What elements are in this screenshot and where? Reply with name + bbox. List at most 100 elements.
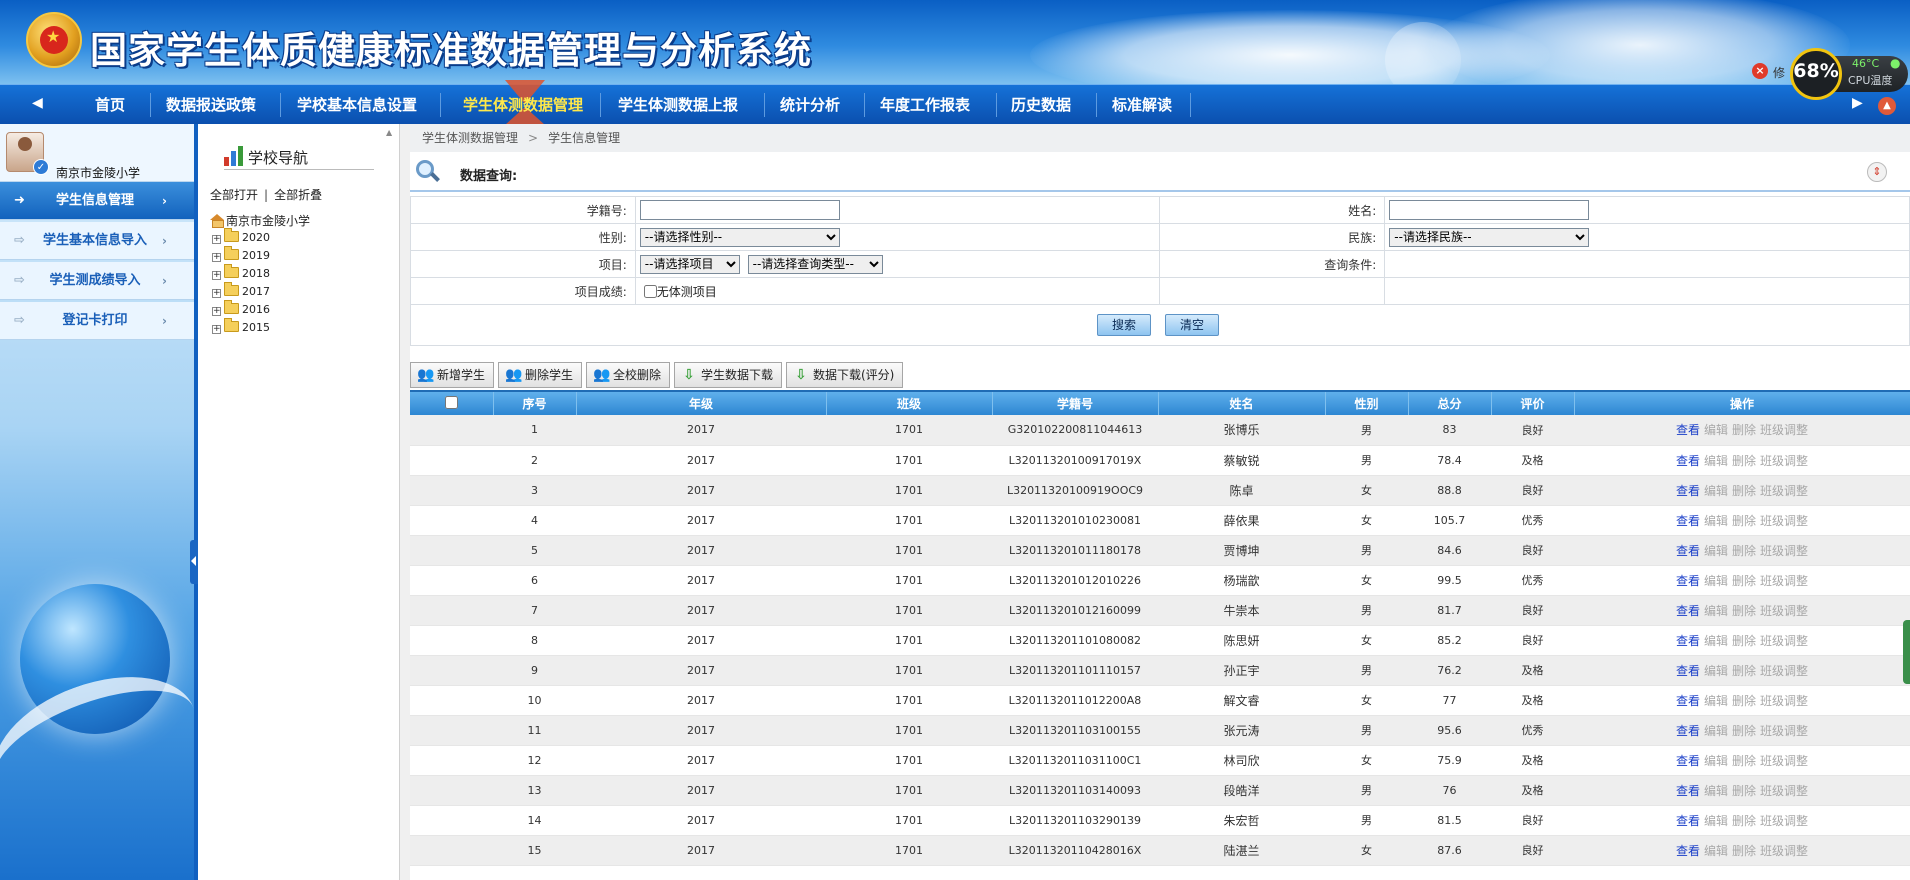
table-row[interactable]: 5 2017 1701 L320113201011180178 贾博坤男 84.6 良好 查看… — [410, 535, 1910, 566]
tree-node-2018[interactable]: +2018 — [212, 264, 270, 282]
tree-scrollbar[interactable] — [400, 124, 410, 880]
table-row[interactable]: 2 2017 1701 L32011320100917019X 蔡敏锐男 78.4 及格 查看… — [410, 445, 1910, 476]
tree-node-2017[interactable]: +2017 — [212, 282, 270, 300]
expand-icon[interactable]: + — [212, 289, 221, 298]
table-row[interactable]: 1 2017 1701 G320102200811044613 张博乐男 83 良好 查看 编辑… — [410, 415, 1910, 446]
folder-icon — [224, 246, 239, 260]
view-link[interactable]: 查看 — [1676, 484, 1700, 498]
side-widget-handle[interactable] — [1903, 620, 1910, 684]
scroll-up-icon[interactable]: ▲ — [386, 128, 396, 138]
download-student-data-button[interactable]: ⇩ 学生数据下载 — [674, 362, 783, 388]
expand-all-link[interactable]: 全部打开 — [210, 188, 258, 202]
student-id: L320113201103290139 — [992, 805, 1158, 836]
breadcrumb-level1[interactable]: 学生体测数据管理 — [422, 131, 518, 145]
item-select[interactable]: --请选择项目 — [639, 254, 740, 274]
gender: 男 — [1325, 715, 1408, 746]
view-link[interactable]: 查看 — [1676, 423, 1700, 437]
nav-school-settings[interactable]: 学校基本信息设置 — [288, 85, 426, 125]
view-link[interactable]: 查看 — [1676, 754, 1700, 768]
student-name: 孙正宇 — [1158, 655, 1325, 686]
nav-standard-guide[interactable]: 标准解读 — [1104, 85, 1180, 125]
table-row[interactable]: 6 2017 1701 L320113201012010226 杨瑞歆女 99.5 优秀 查看… — [410, 565, 1910, 596]
search-button[interactable]: 搜索 — [1097, 314, 1152, 336]
table-row[interactable]: 4 2017 1701 L320113201010230081 薛依果女 105.7 优秀查… — [410, 505, 1910, 536]
ethnicity-select[interactable]: --请选择民族-- — [1389, 227, 1590, 247]
gender-select[interactable]: --请选择性别-- — [639, 227, 840, 247]
view-link[interactable]: 查看 — [1676, 604, 1700, 618]
tree-node-2016[interactable]: +2016 — [212, 300, 270, 318]
clear-button[interactable]: 清空 — [1165, 314, 1220, 336]
expand-icon[interactable]: + — [212, 253, 221, 262]
student-id-input[interactable] — [639, 200, 840, 220]
nav-history[interactable]: 历史数据 — [1004, 85, 1078, 125]
add-student-button[interactable]: 👥 新增学生 — [410, 362, 495, 388]
sidebar-item-print-card[interactable]: ⇨ 登记卡打印 › — [0, 302, 194, 340]
table-row[interactable]: 7 2017 1701 L320113201012160099 牛崇本男 81.7 良好 查看… — [410, 595, 1910, 626]
tree-root[interactable]: 南京市金陵小学 — [210, 212, 310, 229]
table-row[interactable]: 10 2017 1701 L3201132011012200A8 解文睿女 77 及格 查看编… — [410, 685, 1910, 716]
row-select-cell — [410, 625, 493, 656]
table-row[interactable]: 8 2017 1701 L320113201101080082 陈思妍女 85.2 良好 查看… — [410, 625, 1910, 656]
home-icon — [210, 214, 224, 228]
sidebar-item-import-basic[interactable]: ⇨ 学生基本信息导入 › — [0, 222, 194, 260]
nav-statistics[interactable]: 统计分析 — [772, 85, 848, 125]
view-link[interactable]: 查看 — [1676, 514, 1700, 528]
view-link[interactable]: 查看 — [1676, 544, 1700, 558]
nav-annual-report[interactable]: 年度工作报表 — [872, 85, 978, 125]
class: 1701 — [826, 655, 992, 686]
nav-left-arrow-icon[interactable]: ◀ — [32, 95, 43, 111]
download-scored-data-button[interactable]: ⇩ 数据下载(评分) — [786, 362, 904, 388]
expand-icon[interactable]: + — [212, 271, 221, 280]
class-adjust-link: 班级调整 — [1760, 663, 1809, 678]
class-adjust-link: 班级调整 — [1760, 483, 1809, 498]
student-id-label: 学籍号: — [410, 196, 636, 224]
tree-node-2019[interactable]: +2019 — [212, 246, 270, 264]
table-row[interactable]: 3 2017 1701 L32011320100919OOC9 陈卓女 88.8 良好 查看编… — [410, 475, 1910, 506]
nav-student-data-management[interactable]: 学生体测数据管理 — [448, 85, 598, 125]
view-link[interactable]: 查看 — [1676, 784, 1700, 798]
row-index: 6 — [493, 565, 576, 596]
nav-student-data-report[interactable]: 学生体测数据上报 — [608, 85, 748, 125]
expand-icon[interactable]: + — [212, 235, 221, 244]
table-row[interactable]: 11 2017 1701 L320113201103100155 张元涛男 95.6 优秀查… — [410, 715, 1910, 746]
view-link[interactable]: 查看 — [1676, 574, 1700, 588]
table-row[interactable]: 14 2017 1701 L320113201103290139 朱宏哲男 81.5 良好查… — [410, 805, 1910, 836]
gender: 女 — [1325, 565, 1408, 596]
class: 1701 — [826, 475, 992, 506]
expand-icon[interactable]: + — [212, 325, 221, 334]
logout-link[interactable]: 修 — [1773, 64, 1785, 81]
row-index: 15 — [493, 835, 576, 866]
tree-node-2020[interactable]: +2020 — [212, 228, 270, 246]
table-row[interactable]: 12 2017 1701 L3201132011031100C1 林司欣女 75.9 及格查… — [410, 745, 1910, 776]
sidebar-collapse-handle[interactable] — [190, 540, 198, 584]
nav-policy[interactable]: 数据报送政策 — [158, 85, 264, 125]
total-score: 81.5 — [1408, 805, 1491, 836]
view-link[interactable]: 查看 — [1676, 724, 1700, 738]
expand-icon[interactable]: + — [212, 307, 221, 316]
collapse-query-icon[interactable]: ⇕ — [1867, 162, 1887, 182]
view-link[interactable]: 查看 — [1676, 814, 1700, 828]
view-link[interactable]: 查看 — [1676, 454, 1700, 468]
delete-student-button[interactable]: 👥 删除学生 — [498, 362, 583, 388]
condition-cell — [1384, 250, 1910, 278]
nav-home[interactable]: 首页 — [82, 85, 138, 125]
table-row[interactable]: 13 2017 1701 L320113201103140093 段皓洋男 76 及格 查看编… — [410, 775, 1910, 806]
query-type-select[interactable]: --请选择查询类型-- — [747, 254, 883, 274]
sidebar-item-student-info[interactable]: ➜ 学生信息管理 › — [0, 182, 194, 220]
no-test-checkbox[interactable] — [643, 284, 657, 298]
view-link[interactable]: 查看 — [1676, 694, 1700, 708]
name-input[interactable] — [1389, 200, 1590, 220]
view-link[interactable]: 查看 — [1676, 844, 1700, 858]
view-link[interactable]: 查看 — [1676, 664, 1700, 678]
logout-icon[interactable]: × — [1752, 63, 1768, 79]
table-row[interactable]: 9 2017 1701 L320113201101110157 孙正宇男 76.2 及格 查看… — [410, 655, 1910, 686]
delete-all-button[interactable]: 👥 全校删除 — [586, 362, 671, 388]
collapse-all-link[interactable]: 全部折叠 — [274, 188, 322, 202]
sidebar-item-import-scores[interactable]: ⇨ 学生测成绩导入 › — [0, 262, 194, 300]
table-row[interactable]: 15 2017 1701 L32011320110428016X 陆湛兰女 87.6 良好查… — [410, 835, 1910, 866]
tree-root-label: 南京市金陵小学 — [226, 214, 311, 228]
tree-node-2015[interactable]: +2015 — [212, 318, 270, 336]
view-link[interactable]: 查看 — [1676, 634, 1700, 648]
select-all-checkbox[interactable] — [444, 395, 458, 409]
cpu-temperature-widget[interactable]: 68% 46°C ● CPU温度 — [1788, 46, 1908, 100]
